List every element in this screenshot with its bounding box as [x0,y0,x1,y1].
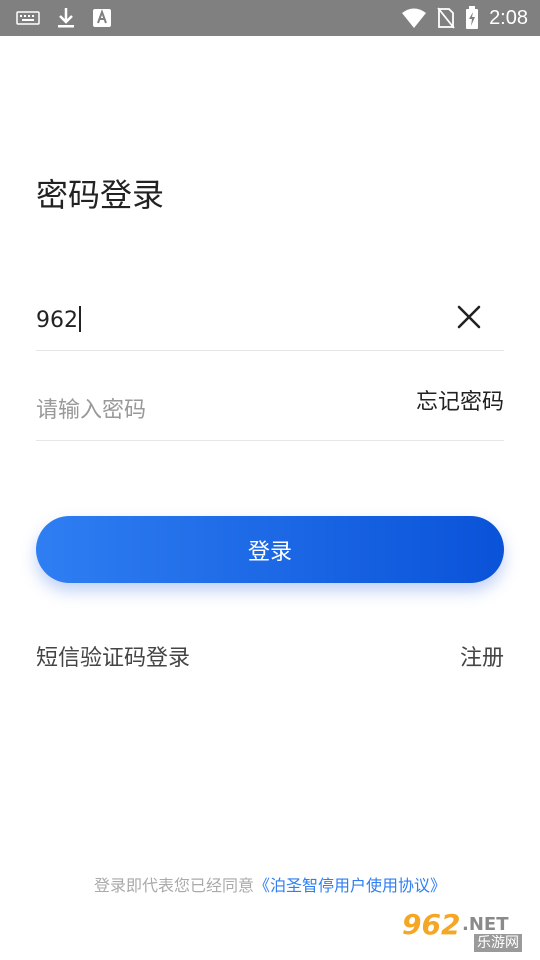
phone-input[interactable]: 962 [36,306,81,335]
sms-login-link[interactable]: 短信验证码登录 [36,644,190,674]
download-icon [58,8,74,28]
keyboard-icon [16,11,40,25]
user-agreement-link[interactable]: 《泊圣智停用户使用协议》 [254,876,446,895]
status-bar: 2:08 [0,0,540,36]
password-field: 忘记密码 [36,384,504,441]
password-input[interactable] [36,394,376,426]
status-bar-right: 2:08 [401,5,528,31]
status-time: 2:08 [489,7,528,29]
status-bar-left [16,6,112,30]
register-link[interactable]: 注册 [460,644,504,674]
text-caret [79,306,81,332]
no-sim-icon [437,7,455,29]
agreement-notice: 登录即代表您已经同意《泊圣智停用户使用协议》 [0,875,540,897]
login-button[interactable]: 登录 [36,516,504,583]
wifi-icon [402,8,427,28]
forgot-password-link[interactable]: 忘记密码 [416,388,504,418]
site-watermark: 962 .NET 乐游网 [402,910,532,954]
watermark-number: 962 [402,908,461,941]
battery-charging-icon [466,6,479,29]
phone-field[interactable]: 962 [36,294,504,351]
phone-input-value: 962 [36,308,78,333]
agreement-text: 登录即代表您已经同意 [93,876,254,895]
close-icon [457,305,481,329]
clear-input-button[interactable] [456,304,482,330]
page-title: 密码登录 [36,176,165,214]
text-a-icon [93,9,111,27]
watermark-site-name: 乐游网 [474,934,522,952]
watermark-domain: .NET [462,914,509,935]
